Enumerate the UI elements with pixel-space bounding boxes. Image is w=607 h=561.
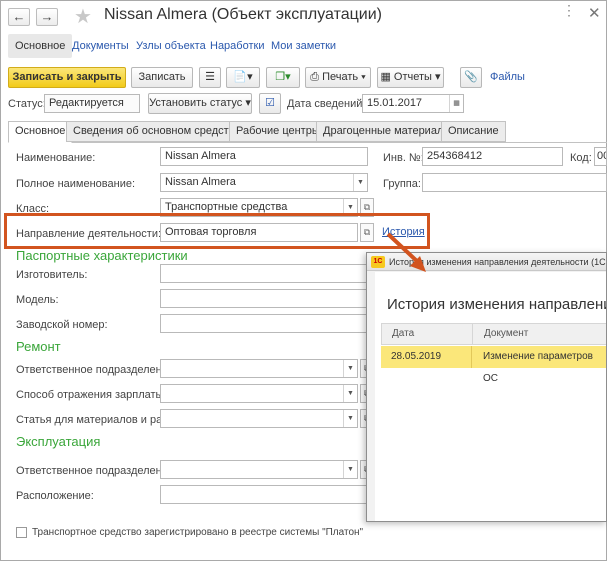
popup-body: История изменения направления д Дата Док… [375,272,606,521]
star-icon[interactable]: ★ [74,4,92,29]
document-add-icon: 📄▾ [233,71,253,83]
col-document-header: Документ [484,328,529,339]
maker-field[interactable] [160,264,370,283]
list-icon: ☰ [205,71,215,83]
related-docs-button[interactable]: ❒▾ [266,67,300,88]
serial-field[interactable] [160,314,370,333]
attach-button[interactable]: 📎 [460,67,482,88]
print-label: Печать [322,71,359,83]
related-docs-icon: ❒▾ [275,71,291,83]
group-field[interactable] [422,173,607,192]
chevron-down-icon[interactable]: ▼ [343,461,357,478]
status-field: Редактируется [44,94,140,113]
nav-my-notes[interactable]: Мои заметки [271,40,336,52]
date-label: Дата сведений: [287,98,366,110]
arrow-right-icon: → [40,9,54,24]
status-label: Статус: [8,98,46,110]
fullname-value: Nissan Almera [165,176,236,188]
passport-section-title: Паспортные характеристики [16,248,188,263]
fullname-label: Полное наименование: [16,178,136,190]
class-value: Транспортные средства [165,201,288,213]
group-label: Группа: [383,178,421,190]
platon-label: Транспортное средство зарегистрировано в… [32,527,364,538]
platon-checkbox[interactable] [16,527,27,538]
paperclip-icon: 📎 [464,71,478,83]
checklist-icon: ☑ [265,97,275,109]
fullname-field[interactable]: Nissan Almera ▼ [160,173,368,192]
salary-field[interactable]: ▼ [160,384,358,403]
create-based-button[interactable]: 📄▾ [226,67,260,88]
location-label: Расположение: [16,490,94,502]
tab-precious-materials[interactable]: Драгоценные материалы [316,121,459,142]
files-link[interactable]: Файлы [490,71,525,83]
materials-field[interactable]: ▼ [160,409,358,428]
table-row[interactable]: 28.05.2019 Изменение параметров ОС [381,346,606,384]
save-and-close-button[interactable]: Записать и закрыть [8,67,126,88]
calendar-icon[interactable]: ▦ [449,95,463,112]
tab-description[interactable]: Описание [441,121,506,142]
tab-fixed-asset[interactable]: Сведения об основном средстве [66,121,248,142]
chevron-down-icon[interactable]: ▼ [343,385,357,402]
arrow-left-icon: ← [12,9,26,24]
row-document: Изменение параметров ОС [483,351,593,384]
date-field[interactable]: 15.01.2017 ▦ [362,94,464,113]
list-button[interactable]: ☰ [199,67,221,88]
serial-label: Заводской номер: [16,319,108,331]
more-dots-icon[interactable]: ⋮ [562,2,577,19]
maker-label: Изготовитель: [16,269,88,281]
chevron-down-icon[interactable]: ▼ [343,410,357,427]
inv-field[interactable]: 254368412 [422,147,563,166]
chevron-down-icon[interactable]: ▼ [343,360,357,377]
set-status-label: Установить статус [149,97,243,109]
tab-divider [8,142,607,143]
nav-documents[interactable]: Документы [72,40,129,52]
code-field[interactable]: 00 [594,147,607,166]
window-title: Nissan Almera (Объект эксплуатации) [104,6,382,23]
resp-division2-label: Ответственное подразделение: [16,465,178,477]
date-value: 15.01.2017 [367,97,423,109]
reports-button[interactable]: ▦ Отчеты ▾ [377,67,444,88]
code-label: Код: [570,152,592,164]
back-button[interactable]: ← [8,8,30,26]
status-history-button[interactable]: ☑ [259,93,281,114]
col-date-header: Дата [392,328,415,339]
salary-label: Способ отражения зарплаты: [16,389,167,401]
tab-main[interactable]: Основное [8,121,73,143]
row-date: 28.05.2019 [391,351,442,362]
exploit-section-title: Эксплуатация [16,434,101,449]
history-table-header: Дата Документ [381,323,606,345]
close-icon[interactable]: ✕ [588,4,601,22]
materials-label: Статья для материалов и работ: [16,414,183,426]
arrow-annotation-icon [386,232,426,272]
resp-division-label: Ответственное подразделение: [16,364,178,376]
tab-work-centers[interactable]: Рабочие центры [229,121,327,142]
repair-section-title: Ремонт [16,339,61,354]
save-button[interactable]: Записать [131,67,193,88]
chevron-down-icon[interactable]: ▼ [353,174,367,191]
name-field[interactable]: Nissan Almera [160,147,368,166]
printer-icon: ⎙ [310,71,319,83]
set-status-button[interactable]: Установить статус ▾ [148,93,252,114]
model-field[interactable] [160,289,370,308]
reports-label: Отчеты [393,71,432,83]
print-button[interactable]: ⎙ Печать ▾ [305,67,371,88]
resp-division2-field[interactable]: ▼ [160,460,358,479]
column-divider [472,324,473,344]
name-label: Наименование: [16,152,96,164]
report-icon: ▦ [380,71,391,83]
nav-object-nodes[interactable]: Узлы объекта [136,40,206,52]
nav-main[interactable]: Основное [8,34,73,58]
inv-label: Инв. №: [383,152,424,164]
nav-operating-time[interactable]: Наработки [210,40,264,52]
popup-heading: История изменения направления д [387,296,606,313]
model-label: Модель: [16,294,59,306]
highlight-frame [4,213,430,249]
column-divider [471,346,472,368]
location-field[interactable] [160,485,370,504]
history-popup-window: 1С История изменения направления деятель… [366,252,607,522]
forward-button[interactable]: → [36,8,58,26]
resp-division-field[interactable]: ▼ [160,359,358,378]
